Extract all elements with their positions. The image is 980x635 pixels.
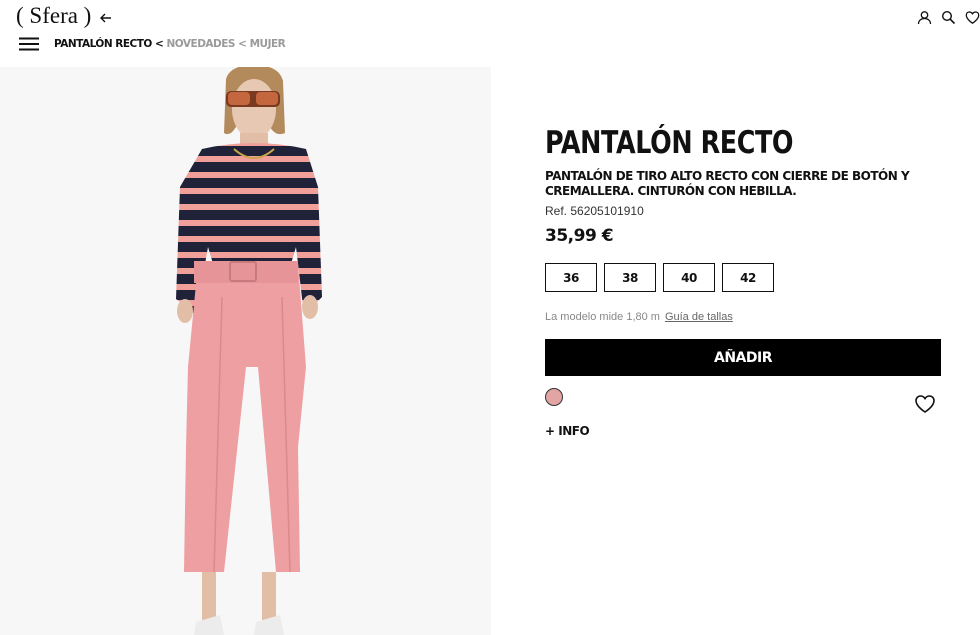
size-guide-link[interactable]: Guía de tallas — [665, 311, 733, 323]
breadcrumb-current: PANTALÓN RECTO — [54, 38, 152, 50]
product-description: PANTALÓN DE TIRO ALTO RECTO CON CIERRE D… — [545, 169, 910, 198]
more-info-link[interactable]: + INFO — [545, 424, 590, 438]
product-price: 35,99 € — [545, 226, 614, 246]
size-button-36[interactable]: 36 — [545, 263, 597, 292]
breadcrumb-mujer[interactable]: MUJER — [250, 38, 286, 50]
size-button-38[interactable]: 38 — [604, 263, 656, 292]
size-button-40[interactable]: 40 — [663, 263, 715, 292]
back-arrow-icon[interactable] — [99, 11, 113, 25]
size-selector: 36 38 40 42 — [545, 263, 774, 292]
add-to-cart-button[interactable]: AÑADIR — [545, 339, 941, 376]
hamburger-menu-icon[interactable] — [19, 37, 39, 51]
breadcrumb-novedades[interactable]: NOVEDADES — [166, 38, 235, 50]
wishlist-heart-icon[interactable] — [914, 394, 936, 414]
breadcrumb: PANTALÓN RECTO < NOVEDADES < MUJER — [54, 38, 286, 50]
search-icon[interactable] — [941, 10, 956, 25]
sfera-logo[interactable]: ( Sfera ) — [16, 3, 91, 29]
product-reference: Ref. 56205101910 — [545, 204, 644, 218]
breadcrumb-separator: < — [235, 38, 250, 50]
product-photo[interactable] — [0, 67, 491, 635]
product-title: PANTALÓN RECTO — [545, 125, 794, 161]
model-height-text: La modelo mide 1,80 m — [545, 311, 660, 323]
size-button-42[interactable]: 42 — [722, 263, 774, 292]
color-swatch[interactable] — [545, 388, 563, 406]
user-icon[interactable] — [917, 10, 932, 25]
header-icons — [917, 10, 980, 25]
model-info: La modelo mide 1,80 m Guía de tallas — [545, 311, 733, 323]
breadcrumb-separator: < — [151, 38, 167, 50]
heart-icon[interactable] — [965, 10, 980, 25]
